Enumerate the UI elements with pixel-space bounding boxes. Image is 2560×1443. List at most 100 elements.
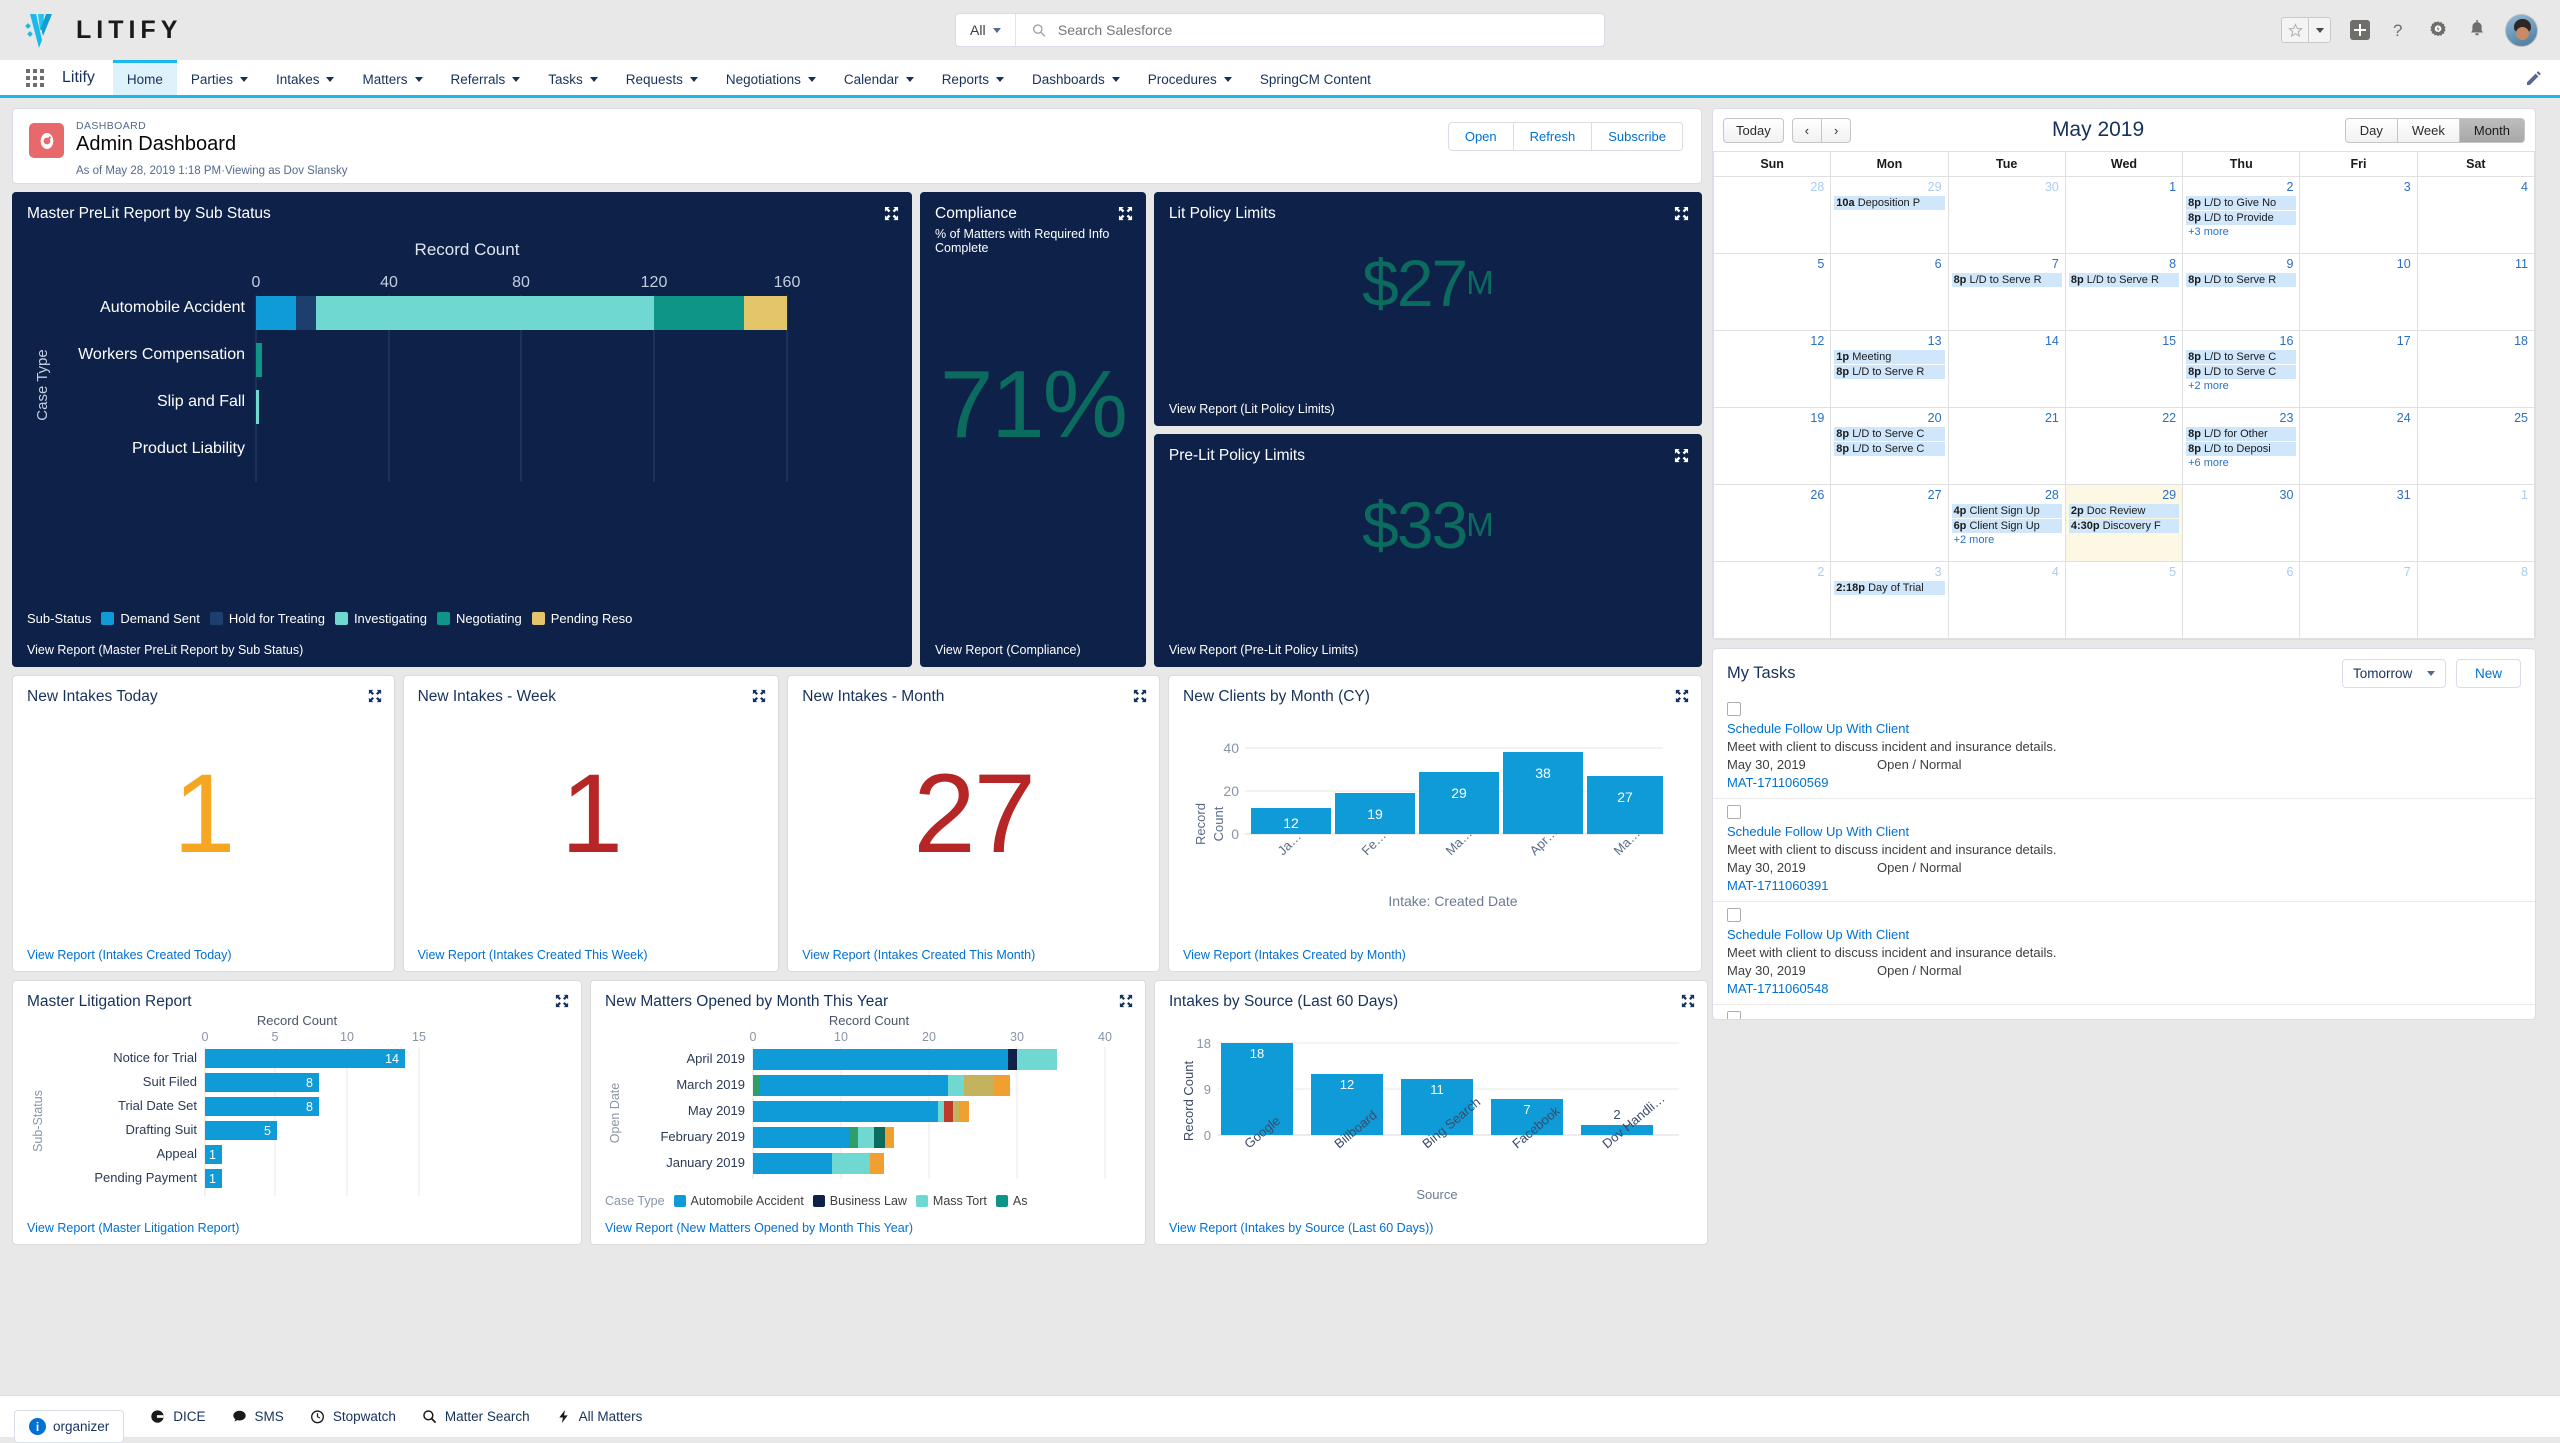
expand-icon[interactable] [555,994,569,1008]
task-checkbox[interactable] [1727,908,1741,922]
view-report-link[interactable]: View Report (Lit Policy Limits) [1169,402,1335,416]
view-report-link[interactable]: View Report (New Matters Opened by Month… [605,1221,913,1235]
utility-item-matter-search[interactable]: Matter Search [422,1409,530,1424]
calendar-day-cell[interactable]: 28p L/D to Give No8p L/D to Provide+3 mo… [2183,177,2300,254]
calendar-day-cell[interactable]: 1 [2417,485,2534,562]
open-button[interactable]: Open [1448,122,1514,151]
calendar-day-cell[interactable]: 78p L/D to Serve R [1948,254,2065,331]
calendar-day-cell[interactable]: 208p L/D to Serve C8p L/D to Serve C [1831,408,1948,485]
calendar-view-day[interactable]: Day [2345,118,2398,143]
calendar-day-cell[interactable]: 3 [2300,177,2417,254]
view-report-link[interactable]: View Report (Intakes by Source (Last 60 … [1169,1221,1433,1235]
calendar-event[interactable]: 8p L/D to Serve R [1834,365,1944,379]
calendar-event[interactable]: 1p Meeting [1834,350,1944,364]
calendar-day-cell[interactable]: 4 [2417,177,2534,254]
calendar-day-cell[interactable]: 12 [1714,331,1831,408]
view-report-link[interactable]: View Report (Intakes Created This Week) [418,948,648,962]
add-icon[interactable] [2349,19,2371,41]
calendar-day-cell[interactable]: 17 [2300,331,2417,408]
calendar-day-cell[interactable]: 4 [1948,562,2065,639]
calendar-day-cell[interactable]: 238p L/D for Other8p L/D to Deposi+6 mor… [2183,408,2300,485]
calendar-day-cell[interactable]: 30 [1948,177,2065,254]
view-report-link[interactable]: View Report (Master Litigation Report) [27,1221,239,1235]
calendar-event[interactable]: 8p L/D to Serve C [1834,427,1944,441]
expand-icon[interactable] [1675,689,1689,703]
nav-item-reports[interactable]: Reports [928,60,1018,95]
help-icon[interactable]: ? [2389,19,2409,41]
task-checkbox[interactable] [1727,702,1741,716]
calendar-day-cell[interactable]: 1 [2065,177,2182,254]
nav-item-referrals[interactable]: Referrals [437,60,535,95]
calendar-day-cell[interactable]: 5 [1714,254,1831,331]
calendar-day-cell[interactable]: 2910a Deposition P [1831,177,1948,254]
calendar-prev-button[interactable]: ‹ [1792,118,1822,143]
calendar-day-cell[interactable]: 7 [2300,562,2417,639]
calendar-more-events-link[interactable]: +6 more [2186,457,2296,469]
subscribe-button[interactable]: Subscribe [1592,122,1683,151]
gear-icon[interactable] [2427,19,2449,41]
task-subject-link[interactable]: Schedule Follow Up With Client [1727,927,2521,942]
calendar-day-cell[interactable]: 5 [2065,562,2182,639]
calendar-day-cell[interactable]: 26 [1714,485,1831,562]
calendar-event[interactable]: 6p Client Sign Up [1952,519,2062,533]
calendar-event[interactable]: 8p L/D to Provide [2186,211,2296,225]
expand-icon[interactable] [1118,206,1133,221]
calendar-day-cell[interactable]: 284p Client Sign Up6p Client Sign Up+2 m… [1948,485,2065,562]
nav-item-procedures[interactable]: Procedures [1134,60,1246,95]
calendar-day-cell[interactable]: 10 [2300,254,2417,331]
expand-icon[interactable] [752,689,766,703]
calendar-next-button[interactable]: › [1822,118,1851,143]
star-icon[interactable] [2282,18,2308,42]
search-scope-selector[interactable]: All [956,14,1016,46]
calendar-day-cell[interactable]: 11 [2417,254,2534,331]
calendar-more-events-link[interactable]: +2 more [2186,380,2296,392]
calendar-view-week[interactable]: Week [2398,118,2460,143]
expand-icon[interactable] [1674,448,1689,463]
calendar-event[interactable]: 8p L/D to Give No [2186,196,2296,210]
calendar-day-cell[interactable]: 14 [1948,331,2065,408]
expand-icon[interactable] [1119,994,1133,1008]
view-report-link[interactable]: View Report (Intakes Created by Month) [1183,948,1406,962]
nav-item-calendar[interactable]: Calendar [830,60,928,95]
calendar-event[interactable]: 2:18p Day of Trial [1834,581,1944,595]
refresh-button[interactable]: Refresh [1514,122,1593,151]
new-task-button[interactable]: New [2456,659,2521,688]
nav-item-home[interactable]: Home [113,60,177,95]
calendar-day-cell[interactable]: 292p Doc Review4:30p Discovery F [2065,485,2182,562]
edit-page-pencil-icon[interactable] [2508,60,2560,95]
utility-item-stopwatch[interactable]: Stopwatch [310,1409,396,1424]
task-matter-link[interactable]: MAT-1711060391 [1727,878,2521,893]
calendar-day-cell[interactable]: 98p L/D to Serve R [2183,254,2300,331]
nav-item-tasks[interactable]: Tasks [534,60,612,95]
task-checkbox[interactable] [1727,805,1741,819]
expand-icon[interactable] [884,206,899,221]
task-checkbox[interactable] [1727,1011,1741,1020]
calendar-day-cell[interactable]: 88p L/D to Serve R [2065,254,2182,331]
calendar-day-cell[interactable]: 32:18p Day of Trial [1831,562,1948,639]
calendar-event[interactable]: 8p L/D to Serve C [2186,365,2296,379]
nav-item-negotiations[interactable]: Negotiations [712,60,830,95]
task-matter-link[interactable]: MAT-1711060569 [1727,775,2521,790]
calendar-event[interactable]: 2p Doc Review [2069,504,2179,518]
nav-item-parties[interactable]: Parties [177,60,262,95]
task-matter-link[interactable]: MAT-1711060548 [1727,981,2521,996]
calendar-event[interactable]: 8p L/D to Serve C [1834,442,1944,456]
expand-icon[interactable] [1681,994,1695,1008]
calendar-day-cell[interactable]: 6 [1831,254,1948,331]
calendar-event[interactable]: 4p Client Sign Up [1952,504,2062,518]
calendar-event[interactable]: 8p L/D to Serve R [2069,273,2179,287]
global-search[interactable]: All [955,13,1605,47]
nav-item-matters[interactable]: Matters [348,60,436,95]
calendar-day-cell[interactable]: 19 [1714,408,1831,485]
calendar-day-cell[interactable]: 2 [1714,562,1831,639]
nav-item-dashboards[interactable]: Dashboards [1018,60,1134,95]
user-avatar[interactable] [2505,14,2538,47]
tasks-filter-select[interactable]: Tomorrow [2342,659,2446,688]
calendar-event[interactable]: 4:30p Discovery F [2069,519,2179,533]
calendar-view-month[interactable]: Month [2460,118,2525,143]
calendar-day-cell[interactable]: 28 [1714,177,1831,254]
calendar-day-cell[interactable]: 15 [2065,331,2182,408]
nav-item-requests[interactable]: Requests [612,60,712,95]
calendar-day-cell[interactable]: 24 [2300,408,2417,485]
expand-icon[interactable] [1133,689,1147,703]
